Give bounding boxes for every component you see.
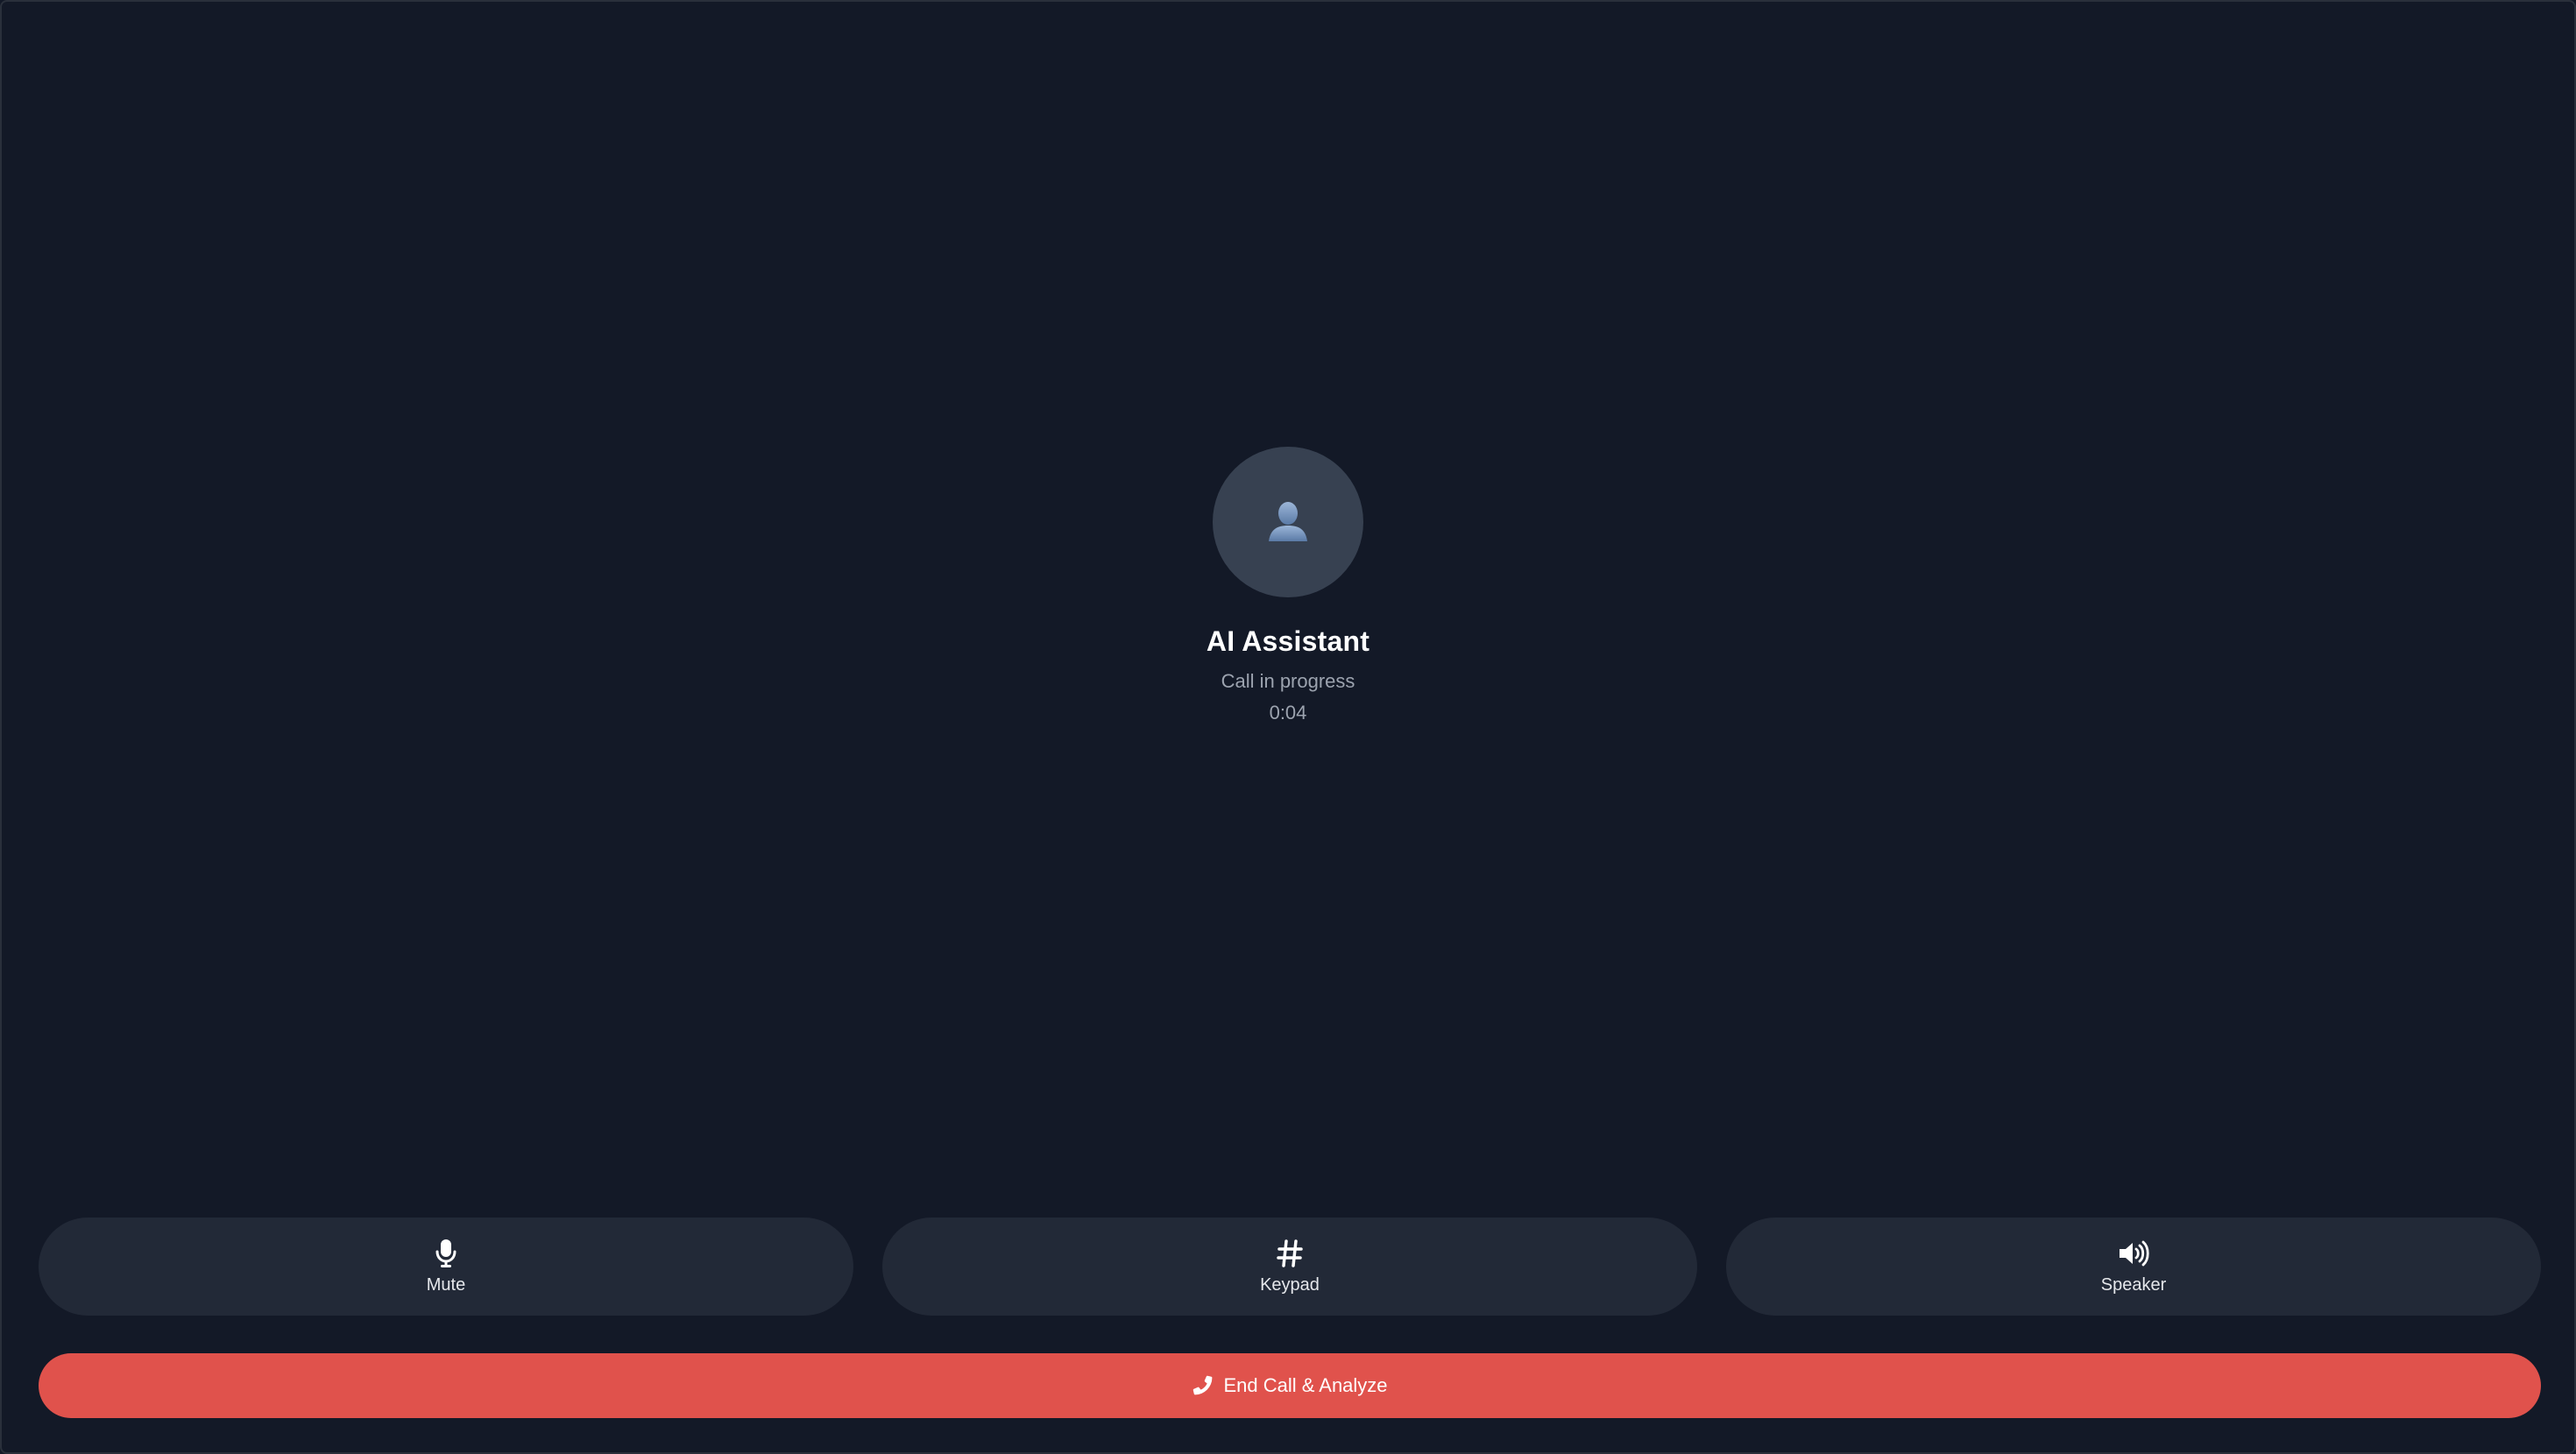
phone-icon <box>1192 1374 1213 1398</box>
call-screen: AI Assistant Call in progress 0:04 Mute <box>0 0 2576 1454</box>
caller-name: AI Assistant <box>1206 625 1370 657</box>
end-call-label: End Call & Analyze <box>1223 1374 1388 1396</box>
caller-info: AI Assistant Call in progress 0:04 <box>2 447 2574 725</box>
speaker-icon <box>2118 1238 2149 1269</box>
mute-button[interactable]: Mute <box>39 1218 853 1316</box>
speaker-label: Speaker <box>2100 1275 2167 1295</box>
avatar <box>1213 447 1363 597</box>
speaker-button[interactable]: Speaker <box>1726 1218 2541 1316</box>
keypad-button[interactable]: Keypad <box>882 1218 1697 1316</box>
call-timer: 0:04 <box>1269 702 1307 723</box>
call-status: Call in progress <box>1221 670 1355 692</box>
call-controls: Mute Keypad Speaker <box>39 1218 2541 1316</box>
end-call-button[interactable]: End Call & Analyze <box>39 1353 2541 1418</box>
mute-label: Mute <box>426 1275 466 1295</box>
microphone-icon <box>435 1238 457 1269</box>
person-silhouette-icon <box>1265 498 1311 547</box>
hash-icon <box>1277 1238 1303 1269</box>
keypad-label: Keypad <box>1260 1275 1320 1295</box>
